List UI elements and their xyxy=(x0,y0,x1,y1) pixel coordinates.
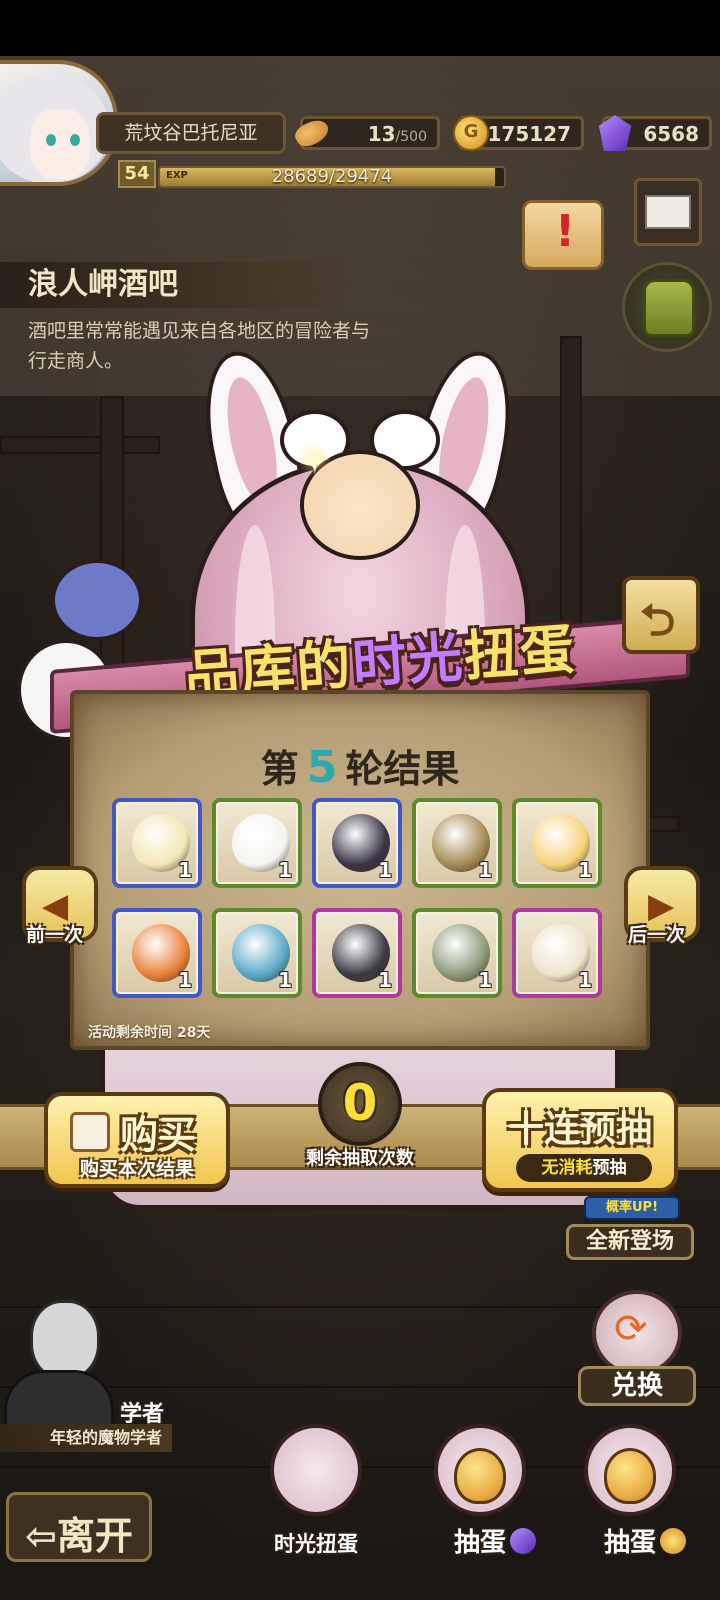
item-quantity: 1 xyxy=(378,968,392,992)
round-number: 5 xyxy=(306,742,338,793)
new-arrival-label: 全新登场 xyxy=(566,1224,694,1260)
event-remaining-time: 活动剩余时间 28天 xyxy=(88,1025,211,1041)
mystery-egg-icon xyxy=(604,1448,656,1504)
result-item-slot[interactable]: 1 xyxy=(412,798,502,888)
ten-pull-preview-button[interactable]: 十连预抽 无消耗预抽 xyxy=(482,1088,678,1192)
exp-text: 28689/29474 xyxy=(271,166,393,187)
ten-pull-sub-label: 无消耗预抽 xyxy=(516,1154,652,1182)
item-quantity: 1 xyxy=(178,968,192,992)
item-quantity: 1 xyxy=(478,968,492,992)
result-item-slot[interactable]: 1 xyxy=(512,798,602,888)
item-quantity: 1 xyxy=(478,858,492,882)
time-gacha-icon xyxy=(270,1424,362,1516)
purple-gem-icon xyxy=(598,115,632,151)
gold-coin-icon xyxy=(660,1528,686,1554)
draws-left-counter: 0 xyxy=(318,1062,402,1146)
result-item-slot[interactable]: 1 xyxy=(112,908,202,998)
draws-left-value: 0 xyxy=(342,1074,378,1132)
gold-coin-icon: G xyxy=(453,115,489,151)
return-arrow-icon: ⮌ xyxy=(640,595,676,646)
npc-head xyxy=(30,1300,100,1380)
exchange-button[interactable]: ⟳ 兑换 xyxy=(578,1290,696,1410)
return-button[interactable]: ⮌ xyxy=(622,576,700,654)
result-item-slot[interactable]: 1 xyxy=(312,908,402,998)
level-badge: 54 xyxy=(118,160,156,188)
round-title: 第 5 轮结果 xyxy=(260,742,460,793)
result-item-slot[interactable]: 1 xyxy=(512,908,602,998)
new-arrival-promo[interactable]: 概率UP! 全新登场 xyxy=(566,1196,694,1260)
gem-counter[interactable]: 6568 xyxy=(598,115,712,151)
backpack-button[interactable] xyxy=(622,262,712,352)
dock-time-gacha[interactable]: 时光扭蛋 xyxy=(256,1412,376,1562)
stamina-counter[interactable]: 13/500 xyxy=(291,114,440,152)
leave-label: ⇦离开 xyxy=(25,1514,133,1558)
result-grid: 1 1 1 1 1 1 1 1 1 1 xyxy=(112,798,612,1008)
buy-label: 购买 xyxy=(120,1113,197,1157)
player-name[interactable]: 荒坟谷巴托尼亚 xyxy=(96,112,286,154)
exchange-label: 兑换 xyxy=(578,1366,696,1406)
sparkle-icon: ✦ xyxy=(298,438,332,484)
gold-value: 175127 xyxy=(487,122,572,146)
dock-label: 时光扭蛋 xyxy=(274,1532,358,1556)
location-name: 浪人岬酒吧 xyxy=(0,262,350,308)
avatar-eye xyxy=(46,134,56,146)
item-quantity: 1 xyxy=(278,858,292,882)
leave-button[interactable]: ⇦离开 xyxy=(6,1492,152,1562)
quest-scroll-button[interactable]: ! xyxy=(510,190,620,290)
item-quantity: 1 xyxy=(378,858,392,882)
purple-gem-icon xyxy=(510,1528,536,1554)
item-quantity: 1 xyxy=(278,968,292,992)
exp-bar: EXP 28689/29474 xyxy=(158,166,506,188)
results-panel: 第 5 轮结果 1 1 1 1 1 1 1 1 1 1 活动剩余时间 28天 xyxy=(70,690,650,1050)
avatar-eye xyxy=(70,134,80,146)
background-beam xyxy=(0,436,160,454)
result-item-slot[interactable]: 1 xyxy=(312,798,402,888)
dock-gold-draw[interactable]: 抽蛋 xyxy=(570,1412,690,1562)
item-quantity: 1 xyxy=(578,968,592,992)
exchange-arrows-icon: ⟳ xyxy=(614,1306,648,1352)
result-item-slot[interactable]: 1 xyxy=(212,908,302,998)
mystery-egg-icon xyxy=(454,1448,506,1504)
gem-value: 6568 xyxy=(643,122,699,146)
result-item-slot[interactable]: 1 xyxy=(412,908,502,998)
prev-result-label: 前一次 xyxy=(26,924,84,946)
item-quantity: 1 xyxy=(578,858,592,882)
alert-mark-icon: ! xyxy=(555,206,576,257)
gacha-ticket-icon xyxy=(70,1112,110,1152)
result-item-slot[interactable]: 1 xyxy=(112,798,202,888)
buy-sub-label: 购买本次结果 xyxy=(79,1158,194,1180)
next-result-label: 后一次 xyxy=(628,924,686,946)
scroll-icon: ! xyxy=(522,200,604,270)
mail-button[interactable] xyxy=(634,178,702,246)
item-quantity: 1 xyxy=(178,858,192,882)
gold-counter[interactable]: G 175127 xyxy=(453,115,584,151)
stamina-value: 13/500 xyxy=(367,122,427,146)
buy-result-button[interactable]: 购买 购买本次结果 xyxy=(44,1092,230,1188)
npc-description: 年轻的魔物学者 xyxy=(0,1424,172,1452)
result-item-slot[interactable]: 1 xyxy=(212,798,302,888)
avatar-face xyxy=(30,109,90,179)
draws-left-label: 剩余抽取次数 xyxy=(306,1148,414,1169)
bunny-mascot xyxy=(280,410,440,570)
dock-gem-draw[interactable]: 抽蛋 xyxy=(420,1412,540,1562)
backpack-icon xyxy=(643,279,695,337)
envelope-icon xyxy=(645,195,691,229)
rate-up-badge: 概率UP! xyxy=(584,1196,680,1220)
ten-pull-label: 十连预抽 xyxy=(507,1109,652,1150)
